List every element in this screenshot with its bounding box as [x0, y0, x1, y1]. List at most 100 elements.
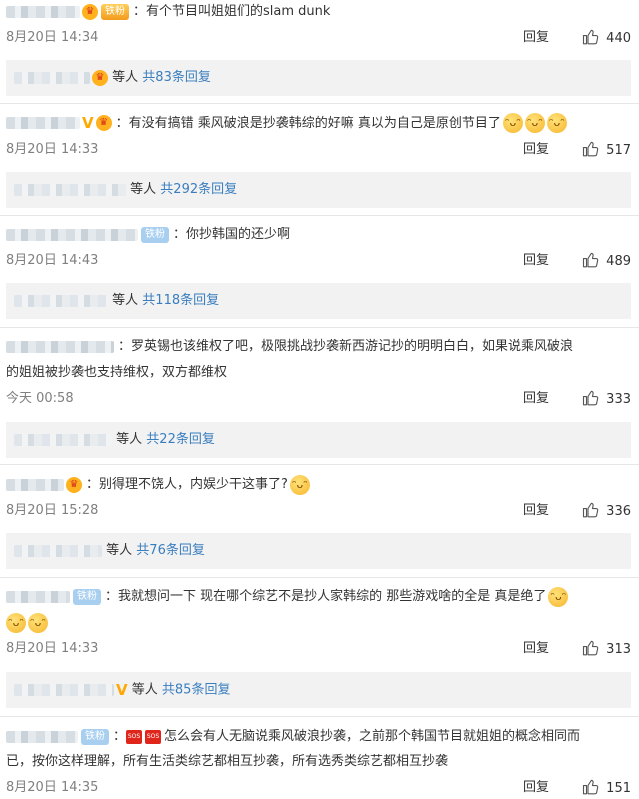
comment-text: ：罗英锡也该维权了吧，极限挑战抄袭新西游记抄的明明白白，如果说乘风破浪: [118, 339, 574, 354]
sub-replies-prefix: 等人: [106, 543, 133, 558]
like-count: 313: [606, 642, 631, 657]
reply-button[interactable]: 回复: [523, 778, 549, 798]
like-button[interactable]: 440: [582, 28, 631, 49]
sub-replies-prefix: 等人: [112, 293, 139, 308]
grin-sweat-emoji: ᵔᴗᵔ: [28, 612, 48, 633]
comment-text: ：有个节目叫姐姐们的slam dunk: [133, 4, 331, 19]
colon: ：: [113, 729, 127, 744]
comment-body: 铁粉 ：我就想问一下 现在哪个综艺不是抄人家韩综的 那些游戏啥的全是 真是绝了 ᵔᴗ…: [6, 586, 631, 608]
timestamp: 8月20日 14:35: [6, 780, 99, 795]
reply-button[interactable]: 回复: [523, 501, 549, 521]
more-replies-link[interactable]: 共83条回复: [142, 70, 211, 85]
crown-icon: ♛: [95, 115, 112, 131]
timestamp: 8月20日 14:34: [6, 30, 99, 45]
comment-body-line2: 已，按你这样理解，所有生活类综艺都相互抄袭，所有选秀类综艺都相互抄袭: [6, 751, 631, 773]
comment-body-line2: 的姐姐被抄袭也支持维权，双方都维权: [6, 362, 631, 384]
comment-text: 怎么会有人无脑说乘风破浪抄袭，之前那个韩国节目就姐姐的概念相同而: [164, 729, 581, 744]
comment-body: ：罗英锡也该维权了吧，极限挑战抄袭新西游记抄的明明白白，如果说乘风破浪: [6, 336, 631, 358]
sos-icon: SOS: [145, 729, 162, 744]
username-redacted[interactable]: [6, 228, 138, 241]
reply-users-redacted: [14, 433, 112, 446]
comment-text: ：有没有搞错 乘风破浪是抄袭韩综的好嘛 真以为自己是原创节目了: [115, 115, 501, 131]
divider: [0, 464, 639, 465]
grin-sweat-emoji: ᵔᴗᵔ: [546, 113, 567, 133]
username-redacted[interactable]: [6, 478, 64, 491]
reply-button[interactable]: 回复: [523, 28, 549, 48]
comment-body-line2: ᵔᴗᵔ ᵔᴗᵔ: [6, 612, 631, 634]
comment-meta: 今天 00:58 回复 333: [6, 389, 631, 409]
reply-button[interactable]: 回复: [523, 140, 549, 160]
reply-users-redacted: [14, 183, 126, 196]
like-count: 440: [606, 31, 631, 46]
reply-users-redacted: [14, 71, 90, 84]
like-button[interactable]: 336: [582, 501, 631, 522]
username-redacted[interactable]: [6, 5, 80, 18]
sub-replies-box[interactable]: 等人 共22条回复: [6, 422, 631, 458]
grin-sweat-emoji: ᵔᴗᵔ: [6, 612, 26, 633]
more-replies-link[interactable]: 共22条回复: [146, 432, 215, 447]
grin-sweat-emoji: ᵔᴗᵔ: [502, 113, 523, 133]
like-button[interactable]: 517: [582, 140, 631, 161]
thumbs-up-icon: [583, 779, 599, 795]
crown-icon: ♛: [92, 69, 108, 86]
comment-body: ♛ ：别得理不饶人，内娱少干这事了? ᵔᴗᵔ: [6, 474, 631, 496]
timestamp: 8月20日 14:43: [6, 253, 99, 268]
username-redacted[interactable]: [6, 340, 114, 353]
timestamp: 今天 00:58: [6, 391, 74, 406]
like-count: 517: [606, 143, 631, 158]
more-replies-link[interactable]: 共118条回复: [142, 293, 219, 308]
comment-body: ♛ 铁粉 ：有个节目叫姐姐们的slam dunk: [6, 1, 631, 23]
reply-button[interactable]: 回复: [523, 251, 549, 271]
reply-users-redacted: [14, 684, 114, 696]
timestamp: 8月20日 14:33: [6, 142, 99, 157]
like-button[interactable]: 313: [582, 639, 631, 660]
like-button[interactable]: 489: [582, 251, 631, 272]
grin-sweat-emoji: ᵔᴗᵔ: [524, 113, 545, 133]
sub-replies-box[interactable]: 等人 共118条回复: [6, 283, 631, 319]
comment-body: 铁粉： SOS SOS 怎么会有人无脑说乘风破浪抄袭，之前那个韩国节目就姐姐的概念相同…: [6, 726, 631, 748]
thumbs-up-icon: [583, 252, 599, 268]
like-count: 336: [606, 504, 631, 519]
reply-users-redacted: [14, 544, 102, 557]
comment-text: ：我就想问一下 现在哪个综艺不是抄人家韩综的 那些游戏啥的全是 真是绝了: [105, 589, 547, 604]
thumbs-up-icon: [583, 640, 599, 656]
timestamp: 8月20日 14:33: [6, 641, 99, 656]
fan-badge: 铁粉: [141, 226, 169, 243]
like-count: 489: [606, 254, 631, 269]
like-count: 333: [606, 392, 631, 407]
sub-replies-box[interactable]: V 等人 共85条回复: [6, 672, 631, 708]
v-verified-icon: V: [82, 114, 94, 132]
sub-replies-box[interactable]: 等人 共76条回复: [6, 533, 631, 569]
like-button[interactable]: 333: [582, 389, 631, 410]
timestamp: 8月20日 15:28: [6, 503, 99, 518]
reply-button[interactable]: 回复: [523, 389, 549, 409]
username-redacted[interactable]: [6, 117, 80, 129]
sub-replies-prefix: 等人: [130, 182, 157, 197]
thumbs-up-icon: [583, 141, 599, 157]
divider: [0, 215, 639, 216]
username-redacted[interactable]: [6, 590, 70, 603]
comment-text-continued: 已，按你这样理解，所有生活类综艺都相互抄袭，所有选秀类综艺都相互抄袭: [6, 754, 449, 769]
like-button[interactable]: 151: [582, 778, 631, 799]
divider: [0, 103, 639, 104]
more-replies-link[interactable]: 共292条回复: [160, 182, 237, 197]
reply-button[interactable]: 回复: [523, 639, 549, 659]
more-replies-link[interactable]: 共85条回复: [162, 683, 231, 698]
fan-badge: 铁粉: [101, 3, 129, 20]
comment-meta: 8月20日 14:43 回复 489: [6, 251, 631, 271]
more-replies-link[interactable]: 共76条回复: [136, 543, 205, 558]
comment-meta: 8月20日 15:28 回复 336: [6, 501, 631, 521]
crown-icon: ♛: [66, 476, 82, 493]
comment-body: 铁粉 ：你抄韩国的还少啊: [6, 224, 631, 246]
fan-badge: 铁粉: [81, 728, 109, 745]
username-redacted[interactable]: [6, 730, 78, 743]
sub-replies-box[interactable]: 等人 共292条回复: [6, 172, 631, 208]
comment-meta: 8月20日 14:34 回复 440: [6, 28, 631, 48]
sos-icon: SOS: [126, 729, 143, 744]
comment-meta: 8月20日 14:33 回复 313: [6, 639, 631, 659]
divider: [0, 577, 639, 578]
comment-body: V ♛ ：有没有搞错 乘风破浪是抄袭韩综的好嘛 真以为自己是原创节目了 ᵔᴗᵔ ᵔᴗᵔ ᵔ…: [6, 112, 631, 135]
sub-replies-box[interactable]: ♛ 等人 共83条回复: [6, 60, 631, 96]
comment-meta: 8月20日 14:33 回复 517: [6, 140, 631, 160]
like-count: 151: [606, 781, 631, 796]
